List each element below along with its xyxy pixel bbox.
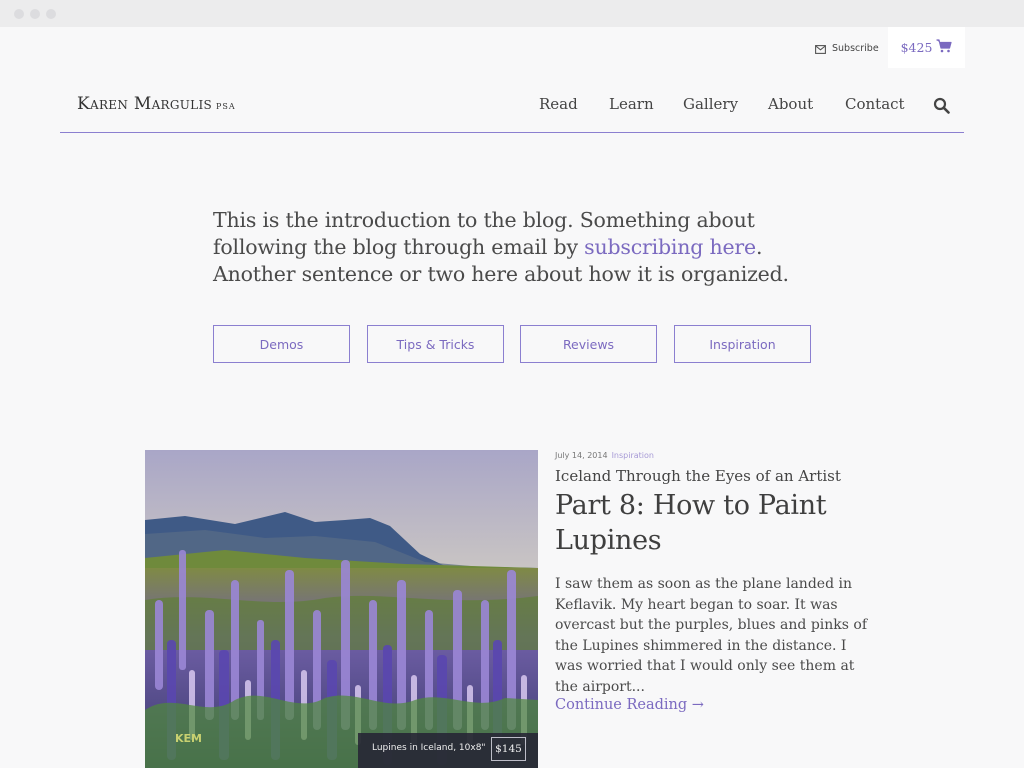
search-button[interactable] [933,97,950,114]
post-series-title: Iceland Through the Eyes of an Artist [555,467,841,485]
site-name: Karen Margulis [77,94,213,114]
browser-title-bar [0,0,1024,27]
cart-amount: $425 [900,40,933,55]
category-button-demos[interactable]: Demos [213,325,350,363]
image-caption: Lupines in Iceland, 10x8" [372,743,486,753]
subscribe-label: Subscribe [832,42,879,54]
painting-signature: KEM [175,732,202,745]
window-close-dot[interactable] [14,9,24,19]
post-date: July 14, 2014 [555,451,608,460]
category-button-tips-tricks[interactable]: Tips & Tricks [367,325,504,363]
category-button-reviews[interactable]: Reviews [520,325,657,363]
continue-reading-link[interactable]: Continue Reading → [555,697,704,713]
post-meta: July 14, 2014 Inspiration [555,451,654,460]
nav-item-learn[interactable]: Learn [609,95,654,113]
header-divider [60,132,964,133]
site-logo[interactable]: Karen Margulis PSA [77,94,236,114]
nav-item-read[interactable]: Read [539,95,578,113]
post-title[interactable]: Part 8: How to Paint Lupines [555,488,875,558]
site-suffix: PSA [216,102,236,111]
search-icon [933,97,950,118]
envelope-icon [815,39,826,58]
nav-item-about[interactable]: About [768,95,813,113]
post-category-link[interactable]: Inspiration [612,451,654,460]
window-maximize-dot[interactable] [46,9,56,19]
blog-intro: This is the introduction to the blog. So… [213,207,813,288]
window-minimize-dot[interactable] [30,9,40,19]
nav-item-gallery[interactable]: Gallery [683,95,738,113]
post-excerpt: I saw them as soon as the plane landed i… [555,576,868,695]
subscribe-link[interactable]: Subscribe [815,40,879,56]
subscribe-here-link[interactable]: subscribing here [584,235,756,259]
category-button-inspiration[interactable]: Inspiration [674,325,811,363]
nav-item-contact[interactable]: Contact [845,95,905,113]
artwork-price-tag[interactable]: $145 [491,737,526,761]
shopping-cart-icon [936,38,953,57]
cart-button[interactable]: $425 [888,27,965,68]
post-featured-image[interactable]: KEM [145,450,538,768]
lupine-painting: KEM [145,450,538,768]
